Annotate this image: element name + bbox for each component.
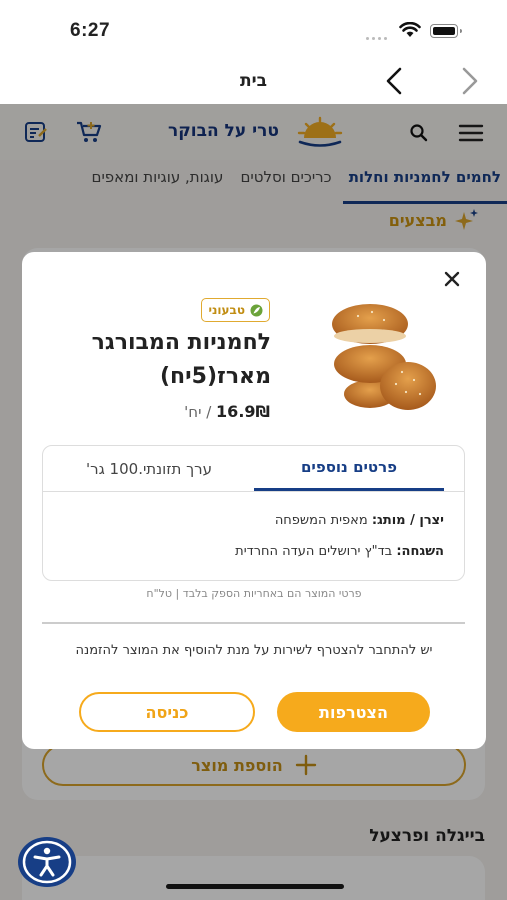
leaf-icon [250,304,263,316]
detail-label: השגחה: [396,544,444,559]
status-bar: 6:27 [0,0,507,60]
price-unit: / יח' [184,403,212,421]
login-note: יש להתחבר להצטרף לשירות על מנת להוסיף את… [75,643,433,658]
vegan-badge-label: טבעוני [208,303,245,317]
modal-divider [42,622,465,624]
detail-value: בד"ץ ירושלים העדה החרדית [235,544,393,559]
browser-nav-bar: בית [0,60,507,104]
product-price: 16.9₪ / יח' [184,402,270,421]
disclaimer-text: פרטי המוצר הם באחריות הספק בלבד | טל"ח [146,587,362,600]
detail-value: מאפית המשפחה [274,513,368,528]
signal-icon [366,34,388,40]
back-chevron-icon[interactable] [380,64,410,98]
product-modal: טבעוני לחמניות המבורגר מארז(5יח) 16.9₪ /… [22,252,486,749]
detail-row-manufacturer: יצרן / מותג: מאפית המשפחה [275,513,444,528]
product-image [332,304,436,410]
details-tabs: פרטים נוספים ערך תזונתי.100 גר' יצרן / מ… [42,445,465,581]
join-button[interactable]: הצטרפות [277,692,430,732]
wifi-icon [399,22,421,37]
forward-chevron-icon[interactable] [454,64,484,98]
nav-title: בית [240,71,267,91]
vegan-badge: טבעוני [201,298,270,322]
status-time: 6:27 [70,20,111,41]
detail-row-kashrut: השגחה: בד"ץ ירושלים העדה החרדית [235,544,444,559]
product-title: לחמניות המבורגר מארז(5יח) [91,330,271,389]
battery-icon [430,24,462,38]
detail-label: יצרן / מותג: [371,513,444,528]
tab-nutrition[interactable]: ערך תזונתי.100 גר' [43,446,255,491]
login-button[interactable]: כניסה [79,692,255,732]
home-indicator [166,884,344,889]
accessibility-icon[interactable] [18,837,76,887]
price-value: 16.9₪ [216,402,270,421]
close-icon[interactable] [440,267,464,291]
tabs-divider [43,491,464,492]
tab-more-details[interactable]: פרטים נוספים [254,446,444,491]
